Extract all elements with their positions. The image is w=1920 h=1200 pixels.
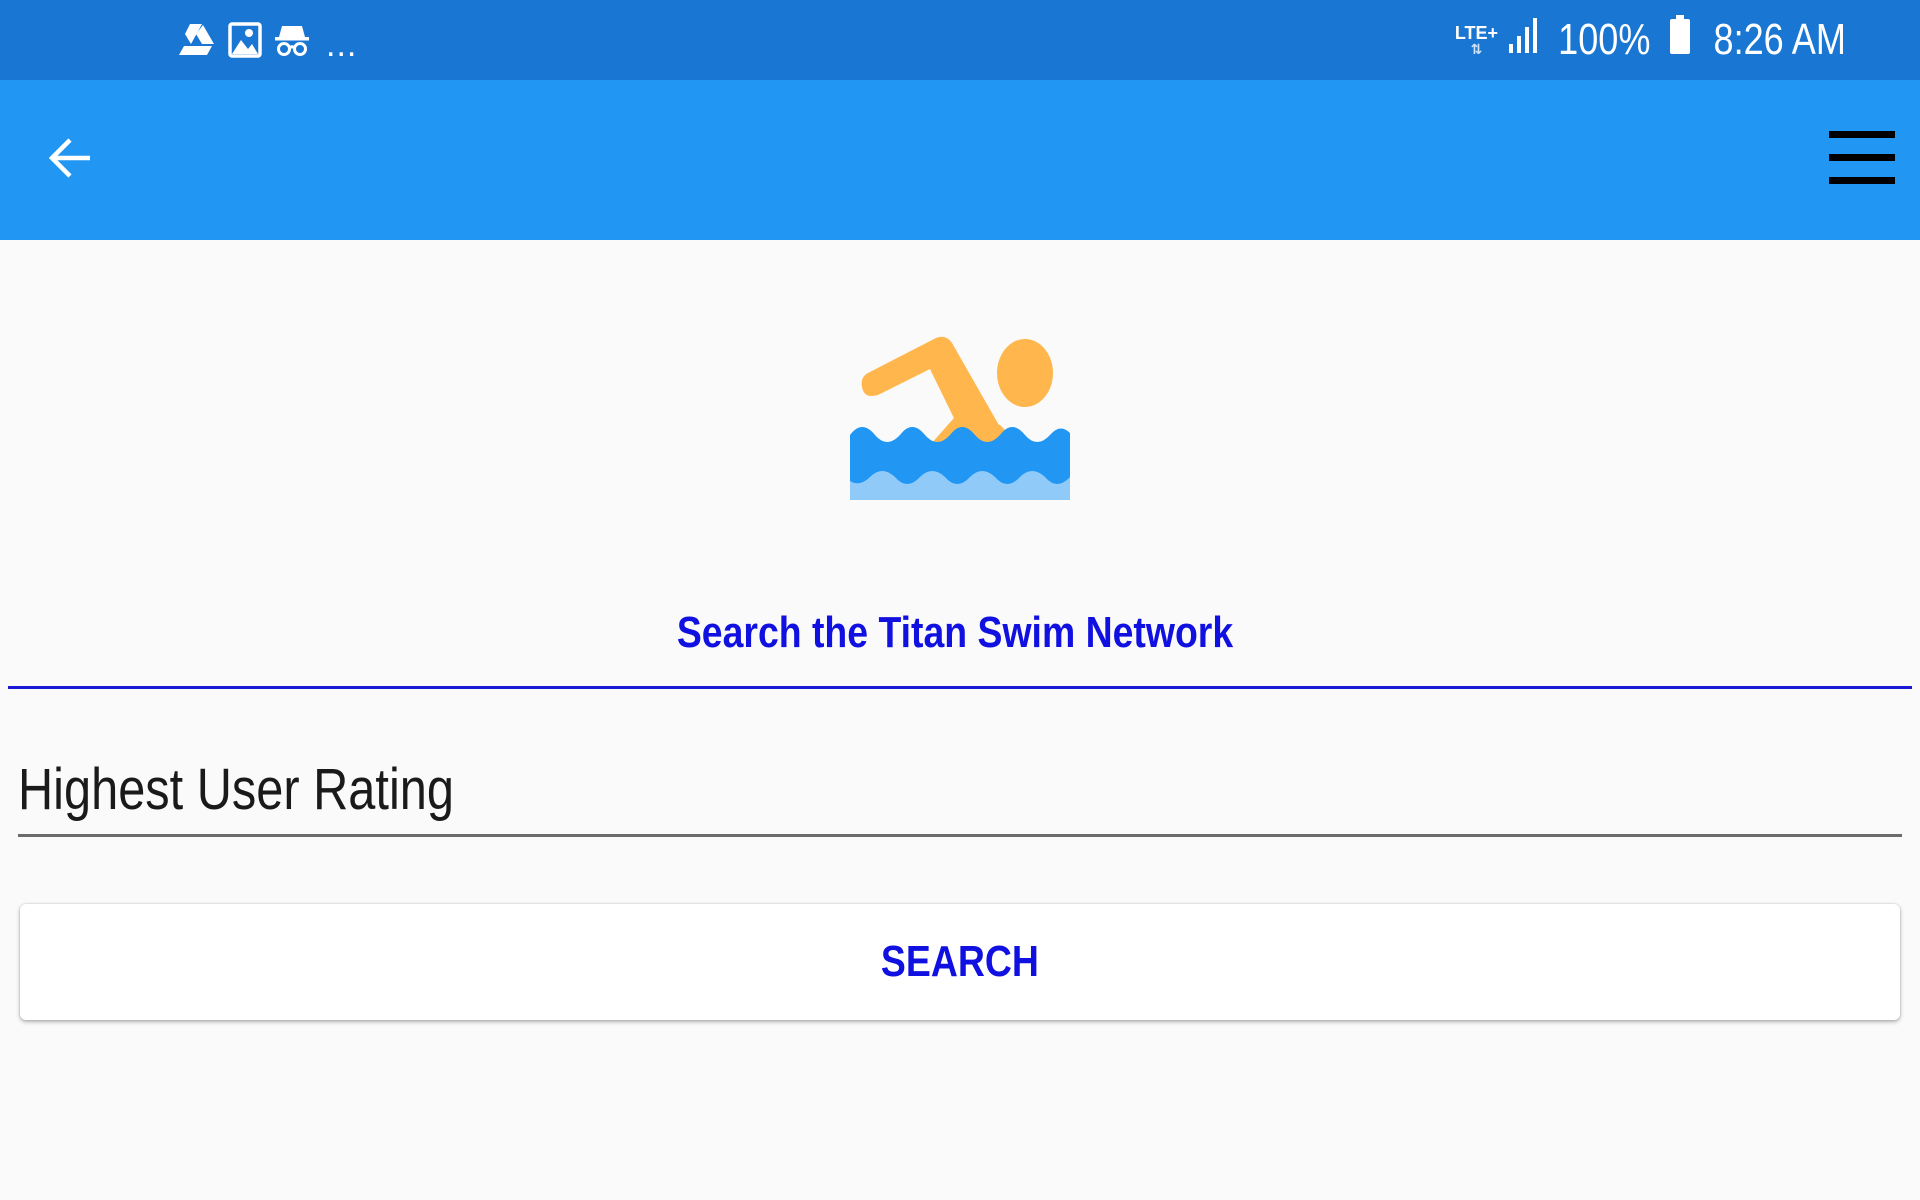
title-divider	[8, 686, 1912, 689]
status-bar: ... LTE+ ⇅ 100% 8:26 AM	[0, 0, 1920, 80]
system-status: LTE+ ⇅ 100% 8:26 AM	[1455, 14, 1860, 66]
battery-percent: 100%	[1558, 15, 1651, 64]
search-button[interactable]: SEARCH	[20, 904, 1900, 1020]
arrow-left-icon	[46, 134, 94, 187]
clock: 8:26 AM	[1713, 15, 1846, 64]
battery-icon	[1669, 14, 1691, 66]
drive-icon	[178, 22, 216, 58]
network-indicator: LTE+ ⇅	[1455, 24, 1498, 56]
sort-order-spinner[interactable]: Highest User Rating	[18, 750, 1902, 837]
swimmer-logo	[850, 325, 1070, 500]
notification-icons: ...	[178, 18, 357, 62]
hamburger-menu-icon	[1829, 129, 1895, 192]
image-icon	[228, 22, 262, 58]
page-title: Search the Titan Swim Network	[676, 608, 1234, 657]
incognito-icon	[274, 22, 310, 58]
swimmer-icon	[850, 336, 1070, 504]
signal-icon	[1508, 15, 1540, 65]
app-bar	[0, 80, 1920, 240]
search-button-label: SEARCH	[881, 937, 1039, 986]
network-type-label: LTE+	[1454, 23, 1499, 43]
sort-order-value: Highest User Rating	[18, 757, 454, 822]
more-notifications-indicator: ...	[326, 26, 358, 64]
back-button[interactable]	[30, 120, 110, 200]
menu-button[interactable]	[1822, 120, 1902, 200]
data-activity-icon: ⇅	[1470, 41, 1483, 57]
